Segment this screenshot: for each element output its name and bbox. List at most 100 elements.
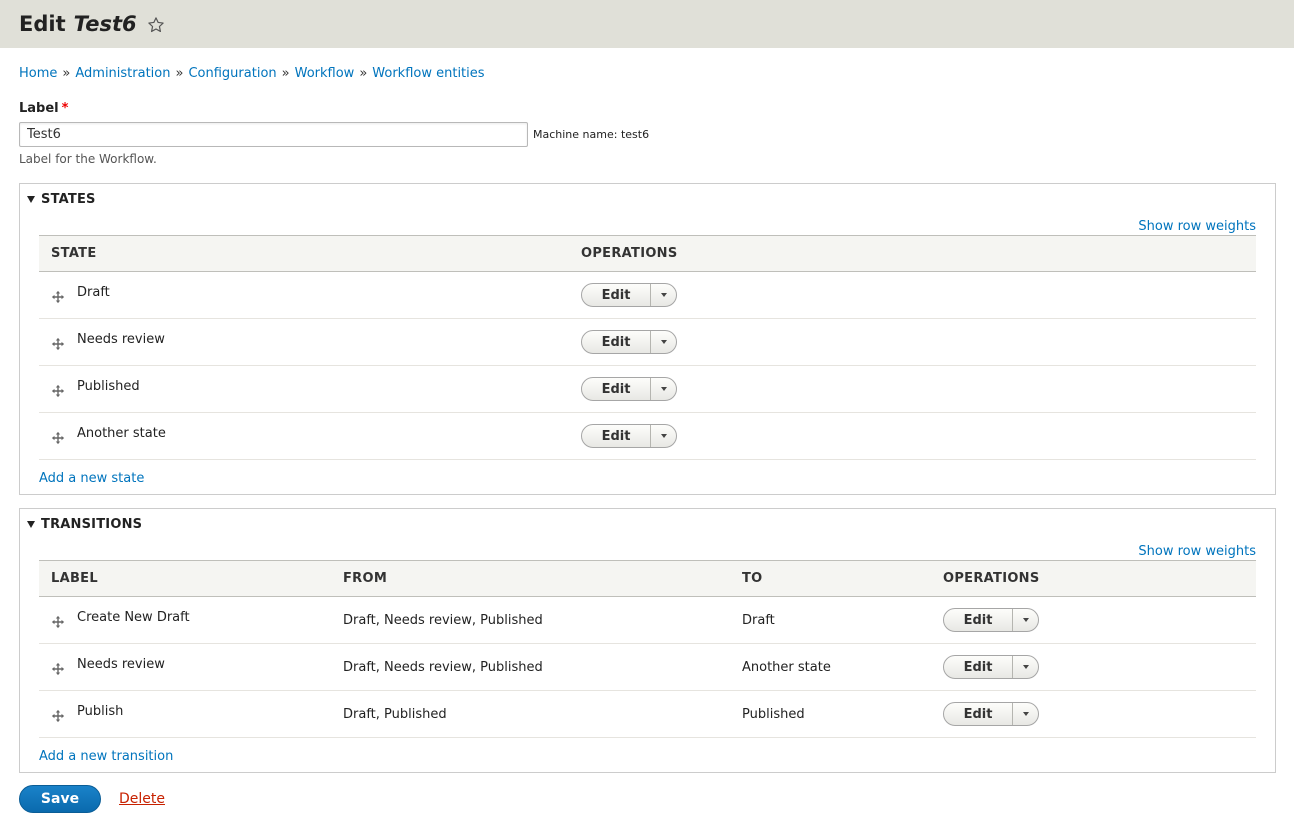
transition-from: Draft, Needs review, Published [331, 643, 730, 691]
breadcrumb-separator: » [359, 66, 368, 81]
caret-down-icon [660, 293, 667, 297]
drag-handle-icon[interactable] [51, 384, 65, 398]
page-title-name: Test6 [73, 12, 137, 36]
edit-dropbutton: Edit [581, 330, 677, 354]
breadcrumb-workflow[interactable]: Workflow [295, 66, 355, 81]
transitions-show-row-weights-link[interactable]: Show row weights [1138, 544, 1256, 559]
triangle-down-icon [27, 196, 35, 203]
page-header: Edit Test6 [0, 0, 1294, 48]
required-marker: * [61, 101, 69, 116]
breadcrumb-separator: » [175, 66, 184, 81]
column-header-from: FROM [343, 571, 388, 586]
state-label: Published [77, 378, 140, 394]
triangle-down-icon [27, 521, 35, 528]
star-icon[interactable] [147, 15, 165, 33]
transitions-legend-label: TRANSITIONS [41, 517, 143, 532]
transition-label: Publish [77, 703, 124, 719]
table-row: Published Edit [39, 365, 1256, 413]
edit-button[interactable]: Edit [582, 284, 651, 306]
caret-down-icon [1022, 712, 1029, 716]
label-field-title: Label [19, 101, 59, 116]
column-header-to: TO [742, 571, 763, 586]
page-title: Edit Test6 [19, 12, 165, 36]
breadcrumb-home[interactable]: Home [19, 66, 57, 81]
caret-down-icon [660, 434, 667, 438]
breadcrumb: Home » Administration » Configuration » … [19, 66, 485, 81]
transitions-fieldset: TRANSITIONS Show row weights LABEL FROM … [19, 508, 1276, 773]
transition-to: Draft [730, 596, 931, 644]
save-button[interactable]: Save [19, 785, 101, 813]
states-legend[interactable]: STATES [27, 192, 96, 207]
label-field-label: Label * [19, 101, 68, 116]
drag-handle-icon[interactable] [51, 337, 65, 351]
edit-button[interactable]: Edit [582, 425, 651, 447]
edit-dropbutton: Edit [581, 424, 677, 448]
state-label: Needs review [77, 331, 165, 347]
dropbutton-toggle[interactable] [651, 378, 676, 400]
edit-dropbutton: Edit [943, 608, 1039, 632]
breadcrumb-administration[interactable]: Administration [75, 66, 170, 81]
edit-button[interactable]: Edit [582, 331, 651, 353]
states-fieldset: STATES Show row weights STATE OPERATIONS… [19, 183, 1276, 495]
edit-dropbutton: Edit [943, 702, 1039, 726]
drag-handle-icon[interactable] [51, 709, 65, 723]
transition-label: Create New Draft [77, 609, 190, 625]
label-description: Label for the Workflow. [19, 152, 157, 166]
add-transition-link[interactable]: Add a new transition [39, 749, 173, 764]
breadcrumb-separator: » [281, 66, 290, 81]
transition-from: Draft, Published [331, 690, 730, 738]
caret-down-icon [1022, 618, 1029, 622]
drag-handle-icon[interactable] [51, 662, 65, 676]
table-header-row: STATE OPERATIONS [39, 235, 1256, 272]
dropbutton-toggle[interactable] [651, 331, 676, 353]
transition-to: Another state [730, 643, 931, 691]
dropbutton-toggle[interactable] [1013, 609, 1038, 631]
column-header-state: STATE [51, 246, 97, 261]
page-title-prefix: Edit [19, 12, 66, 36]
transition-label: Needs review [77, 656, 165, 672]
edit-button[interactable]: Edit [944, 703, 1013, 725]
caret-down-icon [660, 340, 667, 344]
state-label: Another state [77, 425, 166, 441]
caret-down-icon [1022, 665, 1029, 669]
table-row: Create New Draft Draft, Needs review, Pu… [39, 596, 1256, 644]
breadcrumb-configuration[interactable]: Configuration [188, 66, 276, 81]
transition-to: Published [730, 690, 931, 738]
column-header-operations: OPERATIONS [943, 571, 1040, 586]
dropbutton-toggle[interactable] [651, 284, 676, 306]
table-row: Publish Draft, Published Published Edit [39, 690, 1256, 738]
states-legend-label: STATES [41, 192, 96, 207]
states-table: STATE OPERATIONS Draft Edit Needs review… [39, 235, 1256, 460]
edit-button[interactable]: Edit [944, 656, 1013, 678]
column-header-label: LABEL [51, 571, 98, 586]
machine-name: Machine name: test6 [533, 128, 650, 141]
edit-dropbutton: Edit [581, 283, 677, 307]
table-row: Draft Edit [39, 271, 1256, 319]
transitions-table: LABEL FROM TO OPERATIONS Create New Draf… [39, 560, 1256, 738]
drag-handle-icon[interactable] [51, 615, 65, 629]
table-row: Needs review Draft, Needs review, Publis… [39, 643, 1256, 691]
states-show-row-weights-link[interactable]: Show row weights [1138, 219, 1256, 234]
delete-link[interactable]: Delete [119, 791, 165, 807]
edit-button[interactable]: Edit [582, 378, 651, 400]
edit-button[interactable]: Edit [944, 609, 1013, 631]
label-input[interactable] [19, 122, 528, 147]
column-header-operations: OPERATIONS [581, 246, 678, 261]
drag-handle-icon[interactable] [51, 290, 65, 304]
breadcrumb-separator: » [62, 66, 71, 81]
dropbutton-toggle[interactable] [651, 425, 676, 447]
dropbutton-toggle[interactable] [1013, 703, 1038, 725]
edit-dropbutton: Edit [581, 377, 677, 401]
table-header-row: LABEL FROM TO OPERATIONS [39, 560, 1256, 597]
add-state-link[interactable]: Add a new state [39, 471, 144, 486]
drag-handle-icon[interactable] [51, 431, 65, 445]
dropbutton-toggle[interactable] [1013, 656, 1038, 678]
transitions-legend[interactable]: TRANSITIONS [27, 517, 142, 532]
caret-down-icon [660, 387, 667, 391]
breadcrumb-workflow-entities[interactable]: Workflow entities [372, 66, 484, 81]
table-row: Needs review Edit [39, 318, 1256, 366]
table-row: Another state Edit [39, 412, 1256, 460]
state-label: Draft [77, 284, 110, 300]
transition-from: Draft, Needs review, Published [331, 596, 730, 644]
edit-dropbutton: Edit [943, 655, 1039, 679]
